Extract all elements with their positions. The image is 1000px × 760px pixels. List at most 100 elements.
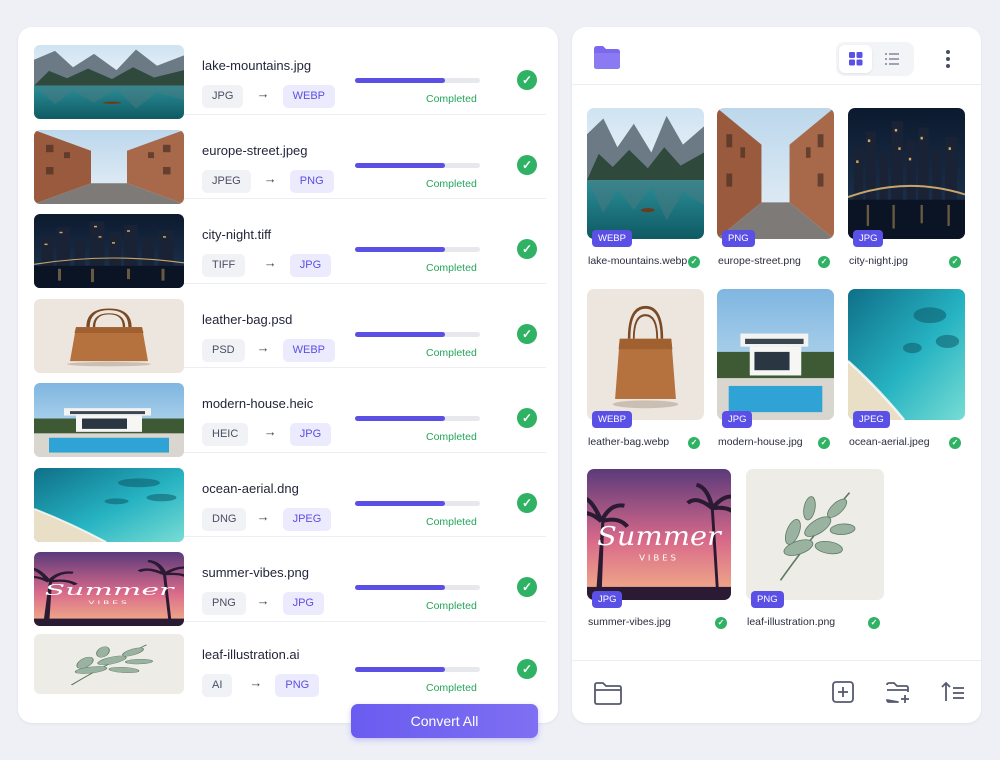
target-format-select[interactable]: JPG — [289, 423, 332, 446]
svg-text:Summer: Summer — [597, 521, 723, 551]
output-file-card[interactable]: JPEG ocean-aerial.jpeg ✓ — [848, 289, 965, 450]
progress-fill — [355, 585, 445, 590]
format-badge: JPEG — [853, 411, 890, 428]
list-view-icon — [885, 53, 899, 65]
status-text: Completed — [426, 262, 477, 274]
target-format-select[interactable]: PNG — [289, 169, 334, 193]
format-badge: WEBP — [592, 411, 632, 428]
progress-bar — [355, 585, 480, 590]
file-name: leather-bag.psd — [202, 311, 293, 327]
format-badge: JPG — [592, 591, 623, 608]
progress-bar — [355, 162, 480, 168]
output-file-name: lake-mountains.webp — [588, 255, 688, 267]
check-circle-icon: ✓ — [517, 154, 537, 175]
output-thumbnail — [587, 108, 704, 239]
output-file-card[interactable]: JPG city-night.jpg ✓ — [848, 108, 965, 269]
check-circle-icon: ✓ — [517, 577, 537, 597]
open-folder-icon[interactable] — [592, 679, 624, 707]
add-file-icon[interactable] — [830, 679, 856, 705]
target-format-select[interactable]: JPEG — [282, 507, 332, 531]
output-file-name: summer-vibes.jpg — [588, 616, 671, 628]
output-thumbnail — [746, 469, 884, 600]
status-text: Completed — [426, 515, 477, 528]
target-format-select[interactable]: JPG — [289, 254, 332, 277]
output-file-card[interactable]: Summer VIBES JPG summer-vibes.jpg ✓ — [587, 469, 731, 630]
source-format-badge: JPG — [202, 85, 244, 108]
progress-bar — [355, 247, 480, 252]
file-name: ocean-aerial.dng — [202, 480, 299, 496]
output-thumbnail — [717, 108, 834, 239]
output-file-card[interactable]: JPG modern-house.jpg ✓ — [717, 289, 834, 450]
source-format-badge: JPEG — [202, 169, 251, 193]
output-file-name: ocean-aerial.jpeg — [849, 436, 930, 448]
thumbnail-image — [34, 129, 184, 204]
thumbnail-image — [34, 214, 184, 288]
check-circle-icon: ✓ — [688, 256, 700, 268]
output-toolbar — [572, 27, 981, 85]
target-format-select[interactable]: JPG — [282, 592, 324, 615]
svg-text:VIBES: VIBES — [639, 553, 679, 563]
arrow-right-icon: → — [263, 255, 277, 270]
grid-view-button[interactable] — [839, 45, 872, 73]
check-circle-icon: ✓ — [517, 492, 537, 513]
grid-view-icon — [849, 52, 863, 66]
folder-icon[interactable] — [592, 44, 622, 70]
progress-fill — [355, 416, 445, 421]
output-file-name: modern-house.jpg — [718, 436, 803, 448]
output-file-card[interactable]: PNG leaf-illustration.png ✓ — [746, 469, 890, 630]
output-file-card[interactable]: PNG europe-street.png ✓ — [717, 108, 834, 269]
arrow-right-icon: → — [256, 508, 270, 524]
format-badge: WEBP — [592, 230, 632, 247]
conversion-row[interactable]: modern-house.heic HEIC → JPG Completed ✓ — [34, 368, 546, 457]
check-circle-icon: ✓ — [517, 658, 537, 679]
progress-bar — [355, 416, 480, 421]
conversion-row[interactable]: lake-mountains.jpg JPG → WEBP Completed … — [34, 30, 546, 119]
progress-bar — [355, 78, 480, 83]
target-format-select[interactable]: WEBP — [282, 338, 335, 362]
output-file-card[interactable]: WEBP lake-mountains.webp ✓ — [587, 108, 704, 269]
progress-fill — [355, 500, 445, 506]
conversion-queue-panel: lake-mountains.jpg JPG → WEBP Completed … — [18, 27, 558, 738]
file-name: summer-vibes.png — [202, 565, 309, 580]
progress-bar — [355, 666, 480, 672]
check-circle-icon: ✓ — [517, 408, 537, 428]
thumbnail-image — [34, 298, 184, 373]
conversion-row[interactable]: europe-street.jpeg JPEG → PNG Completed … — [34, 115, 546, 204]
sort-icon[interactable] — [940, 679, 966, 705]
output-file-card[interactable]: WEBP leather-bag.webp ✓ — [587, 289, 704, 450]
status-text: Completed — [426, 431, 477, 443]
add-folder-icon[interactable] — [884, 679, 912, 705]
conversion-row[interactable]: city-night.tiff TIFF → JPG Completed ✓ — [34, 199, 546, 288]
output-thumbnail — [717, 289, 834, 420]
more-vertical-icon[interactable] — [938, 48, 958, 70]
source-format-badge: PNG — [202, 592, 246, 615]
conversion-row[interactable]: ocean-aerial.dng DNG → JPEG Completed ✓ — [34, 453, 546, 542]
convert-all-button[interactable]: Convert All — [351, 704, 538, 738]
target-format-select[interactable]: WEBP — [282, 85, 335, 108]
format-badge: PNG — [722, 230, 755, 247]
thumbnail-image — [34, 383, 184, 457]
output-file-name: leaf-illustration.png — [747, 616, 836, 628]
target-format-select[interactable]: PNG — [275, 673, 320, 697]
check-circle-icon: ✓ — [688, 437, 700, 449]
file-name: modern-house.heic — [202, 396, 314, 411]
file-name: lake-mountains.jpg — [202, 58, 312, 73]
arrow-right-icon: → — [263, 424, 277, 439]
conversion-row[interactable]: Summer VIBES summer-vibes.png PNG → JPG … — [34, 537, 546, 626]
output-file-name: leather-bag.webp — [588, 436, 670, 448]
output-thumbnail: Summer VIBES — [587, 469, 731, 600]
source-format-badge: DNG — [202, 507, 247, 531]
source-format-badge: AI — [202, 673, 233, 697]
format-badge: JPG — [853, 230, 884, 247]
check-circle-icon: ✓ — [868, 617, 880, 629]
progress-bar — [355, 331, 480, 337]
conversion-row[interactable]: leather-bag.psd PSD → WEBP Completed ✓ — [34, 284, 546, 373]
progress-bar — [355, 500, 480, 506]
conversion-row[interactable]: leaf-illustration.ai AI → PNG Completed … — [34, 622, 546, 702]
output-files-panel: WEBP lake-mountains.webp ✓ PNG europe-st… — [572, 27, 981, 723]
svg-text:Summer: Summer — [45, 581, 176, 599]
list-view-button[interactable] — [876, 45, 909, 73]
arrow-right-icon: → — [249, 674, 263, 690]
progress-fill — [355, 162, 445, 168]
check-circle-icon: ✓ — [517, 70, 537, 90]
